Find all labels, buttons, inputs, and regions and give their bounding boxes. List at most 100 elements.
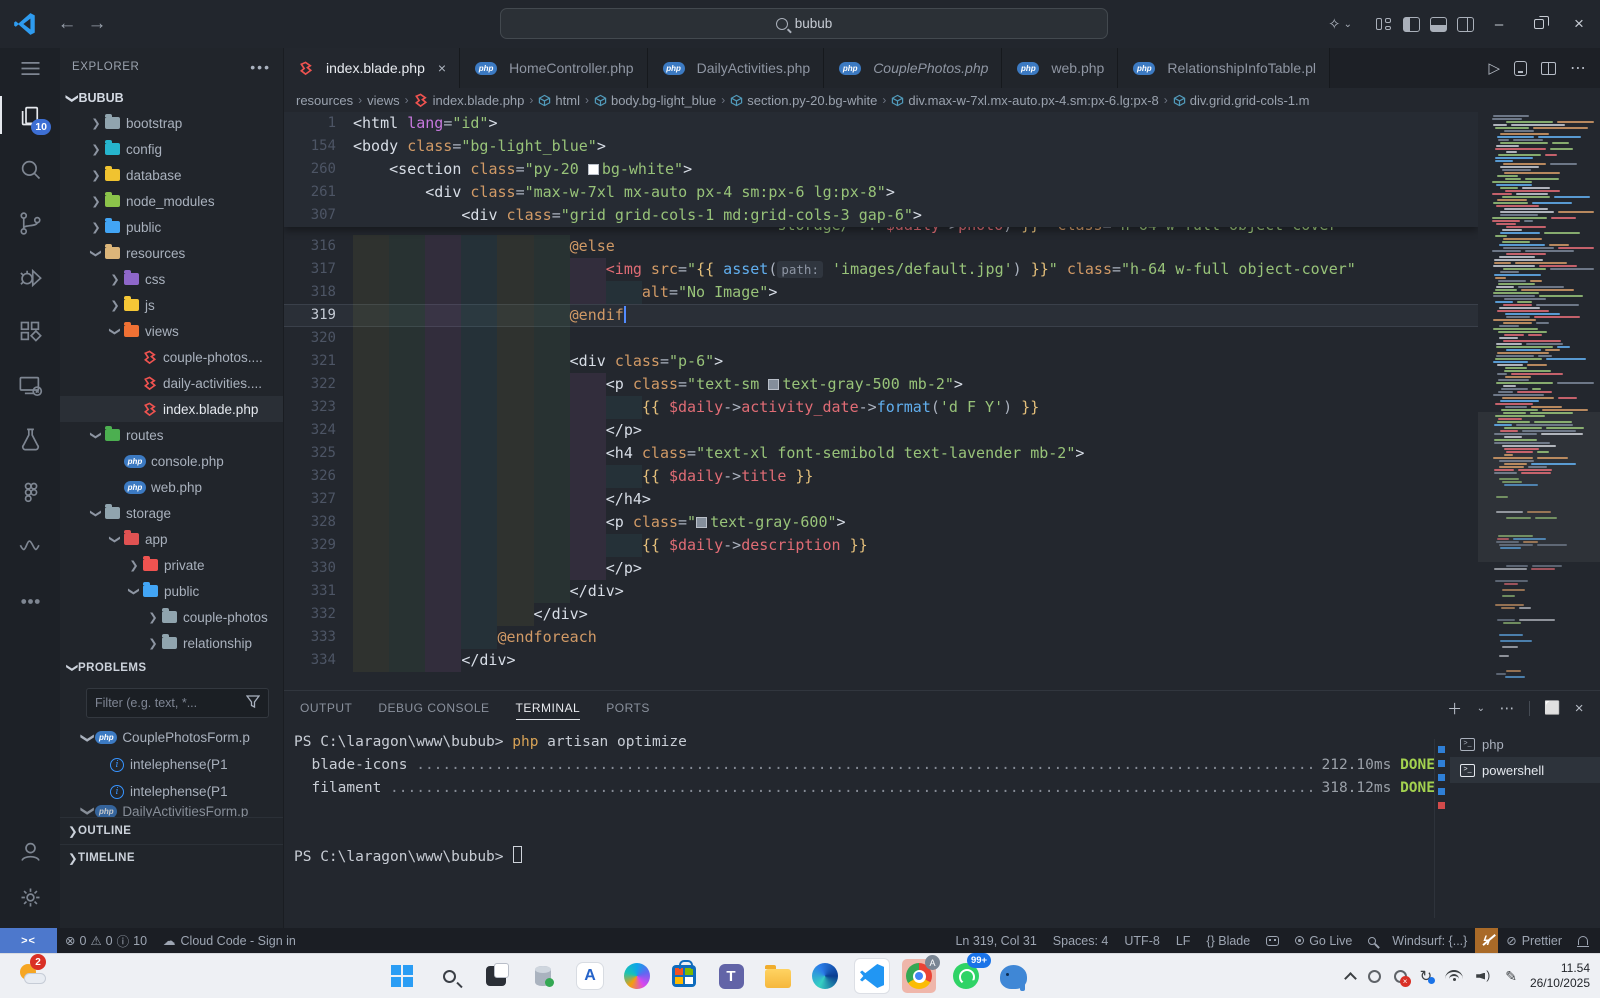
panel-tab-ports[interactable]: PORTS	[606, 691, 650, 725]
command-search-box[interactable]: bubub	[500, 8, 1108, 39]
tree-item-bootstrap[interactable]: ❯bootstrap	[60, 110, 283, 136]
toggle-sidebar-icon[interactable]	[1403, 17, 1420, 32]
windsurf-wave-icon[interactable]	[0, 520, 60, 574]
taskbar-app-taskview[interactable]	[479, 959, 513, 993]
taskbar-app-elephant[interactable]	[996, 959, 1030, 993]
taskbar-app-start[interactable]	[385, 959, 419, 993]
minimap[interactable]	[1478, 112, 1600, 690]
problem-row[interactable]: ❯phpCouplePhotosForm.p	[60, 724, 283, 751]
pen-icon[interactable]: ✎	[1505, 968, 1517, 985]
windsurf-status[interactable]: Windsurf: {...}	[1384, 928, 1475, 953]
breadcrumb-item[interactable]: div.grid.grid-cols-1.m	[1173, 93, 1310, 108]
taskbar-app-designer[interactable]: A	[573, 959, 607, 993]
tree-item-resources[interactable]: ❯resources	[60, 240, 283, 266]
figma-icon[interactable]	[0, 466, 60, 520]
tree-item-relationship[interactable]: ❯relationship	[60, 630, 283, 656]
tree-item-storage[interactable]: ❯storage	[60, 500, 283, 526]
tree-item-database[interactable]: ❯database	[60, 162, 283, 188]
problems-header[interactable]: ❯PROBLEMS	[60, 656, 283, 680]
hidden-icons-chevron[interactable]	[1344, 972, 1357, 985]
problem-row[interactable]: iintelephense(P1	[60, 778, 283, 805]
tree-item-private[interactable]: ❯private	[60, 552, 283, 578]
menu-icon[interactable]	[0, 48, 60, 88]
toggle-panel-icon[interactable]	[1430, 17, 1447, 32]
format-toggle[interactable]: ϟ	[1475, 928, 1498, 953]
copilot-status-icon[interactable]	[1258, 928, 1287, 953]
terminal-entry-php[interactable]: >_php	[1450, 731, 1600, 757]
breadcrumb-item[interactable]: resources	[296, 93, 353, 108]
tab-web-php[interactable]: phpweb.php	[1002, 48, 1118, 88]
taskbar-app-edge[interactable]	[808, 959, 842, 993]
tree-item-routes[interactable]: ❯routes	[60, 422, 283, 448]
tree-item-console-php[interactable]: phpconsole.php	[60, 448, 283, 474]
source-control-icon[interactable]	[0, 196, 60, 250]
settings-gear-icon[interactable]	[0, 874, 60, 920]
prettier-status[interactable]: ⊘Prettier	[1498, 928, 1570, 953]
taskbar-app-store[interactable]	[667, 959, 701, 993]
split-editor-icon[interactable]	[1541, 62, 1556, 75]
explorer-icon[interactable]: 10	[0, 88, 60, 142]
new-terminal-button[interactable]: ＋	[1447, 698, 1463, 719]
workspace-root[interactable]: ❯ BUBUB	[60, 86, 283, 110]
tab-index-blade-php[interactable]: index.blade.php×	[284, 48, 460, 88]
tree-item-web-php[interactable]: phpweb.php	[60, 474, 283, 500]
explorer-more-actions-icon[interactable]: •••	[250, 59, 271, 75]
tree-item-css[interactable]: ❯css	[60, 266, 283, 292]
close-panel-icon[interactable]: ×	[1575, 700, 1584, 717]
taskbar-app-whatsapp[interactable]: 99+	[949, 959, 983, 993]
tree-item-couple-photos-[interactable]: couple-photos....	[60, 344, 283, 370]
tree-item-js[interactable]: ❯js	[60, 292, 283, 318]
problems-filter-input[interactable]: Filter (e.g. text, *...	[86, 688, 269, 718]
restore-button[interactable]	[1524, 9, 1554, 39]
cloud-code-signin[interactable]: ☁ Cloud Code - Sign in	[155, 928, 304, 953]
breadcrumb-item[interactable]: section.py-20.bg-white	[730, 93, 877, 108]
cursor-position[interactable]: Ln 319, Col 31	[947, 928, 1044, 953]
tree-item-daily-activities-[interactable]: daily-activities....	[60, 370, 283, 396]
timeline-header[interactable]: ❯TIMELINE	[60, 844, 283, 871]
key-icon[interactable]	[1360, 928, 1384, 953]
more-actions-icon[interactable]: ⋯	[1570, 58, 1586, 78]
taskbar-app-file-explorer[interactable]	[761, 959, 795, 993]
close-button[interactable]: ×	[1564, 9, 1594, 39]
back-button[interactable]: ←	[52, 13, 82, 35]
breadcrumb-item[interactable]: body.bg-light_blue	[594, 93, 716, 108]
extensions-icon[interactable]	[0, 304, 60, 358]
terminal-dropdown-chevron[interactable]: ⌄	[1477, 703, 1486, 714]
tab-couplephotos-php[interactable]: phpCouplePhotos.php	[824, 48, 1002, 88]
taskbar-app-vscode[interactable]	[855, 959, 889, 993]
open-changes-icon[interactable]	[1514, 61, 1527, 76]
tree-item-public[interactable]: ❯public	[60, 214, 283, 240]
terminal-output[interactable]: PS C:\laragon\www\bubub> php artisan opt…	[294, 731, 1435, 928]
go-live[interactable]: Go Live	[1287, 928, 1360, 953]
minimize-button[interactable]: –	[1484, 9, 1514, 39]
outline-header[interactable]: ❯OUTLINE	[60, 817, 283, 844]
close-icon[interactable]: ×	[438, 60, 446, 76]
tab-dailyactivities-php[interactable]: phpDailyActivities.php	[648, 48, 825, 88]
tray-sync-icon[interactable]: ↻	[1420, 967, 1433, 985]
tab-homecontroller-php[interactable]: phpHomeController.php	[460, 48, 648, 88]
tree-item-views[interactable]: ❯views	[60, 318, 283, 344]
panel-tab-terminal[interactable]: TERMINAL	[516, 691, 581, 725]
tree-item-app[interactable]: ❯app	[60, 526, 283, 552]
copilot-sparkle-icon[interactable]: ✧⌄	[1328, 15, 1352, 33]
more-actions-icon[interactable]: ⋯	[1500, 699, 1516, 717]
taskbar-app-teams[interactable]: T	[714, 959, 748, 993]
remote-preview-icon[interactable]	[0, 358, 60, 412]
breadcrumb-item[interactable]: views	[367, 93, 400, 108]
taskbar-app-database[interactable]	[526, 959, 560, 993]
taskbar-app-chrome[interactable]: A	[902, 959, 936, 993]
clock[interactable]: 11.54 26/10/2025	[1530, 961, 1590, 991]
wifi-icon[interactable]	[1445, 970, 1463, 983]
account-icon[interactable]	[0, 828, 60, 874]
tree-item-public[interactable]: ❯public	[60, 578, 283, 604]
notifications-bell[interactable]	[1570, 928, 1600, 953]
maximize-panel-icon[interactable]: ⬜	[1544, 700, 1561, 716]
customize-layout-icon[interactable]	[1376, 17, 1393, 32]
volume-icon[interactable]	[1476, 970, 1492, 983]
panel-tab-debug-console[interactable]: DEBUG CONSOLE	[378, 691, 489, 725]
tray-blocked-icon[interactable]	[1394, 970, 1407, 983]
encoding[interactable]: UTF-8	[1116, 928, 1167, 953]
testing-icon[interactable]	[0, 412, 60, 466]
tree-item-node-modules[interactable]: ❯node_modules	[60, 188, 283, 214]
tray-ring-icon[interactable]	[1368, 970, 1381, 983]
